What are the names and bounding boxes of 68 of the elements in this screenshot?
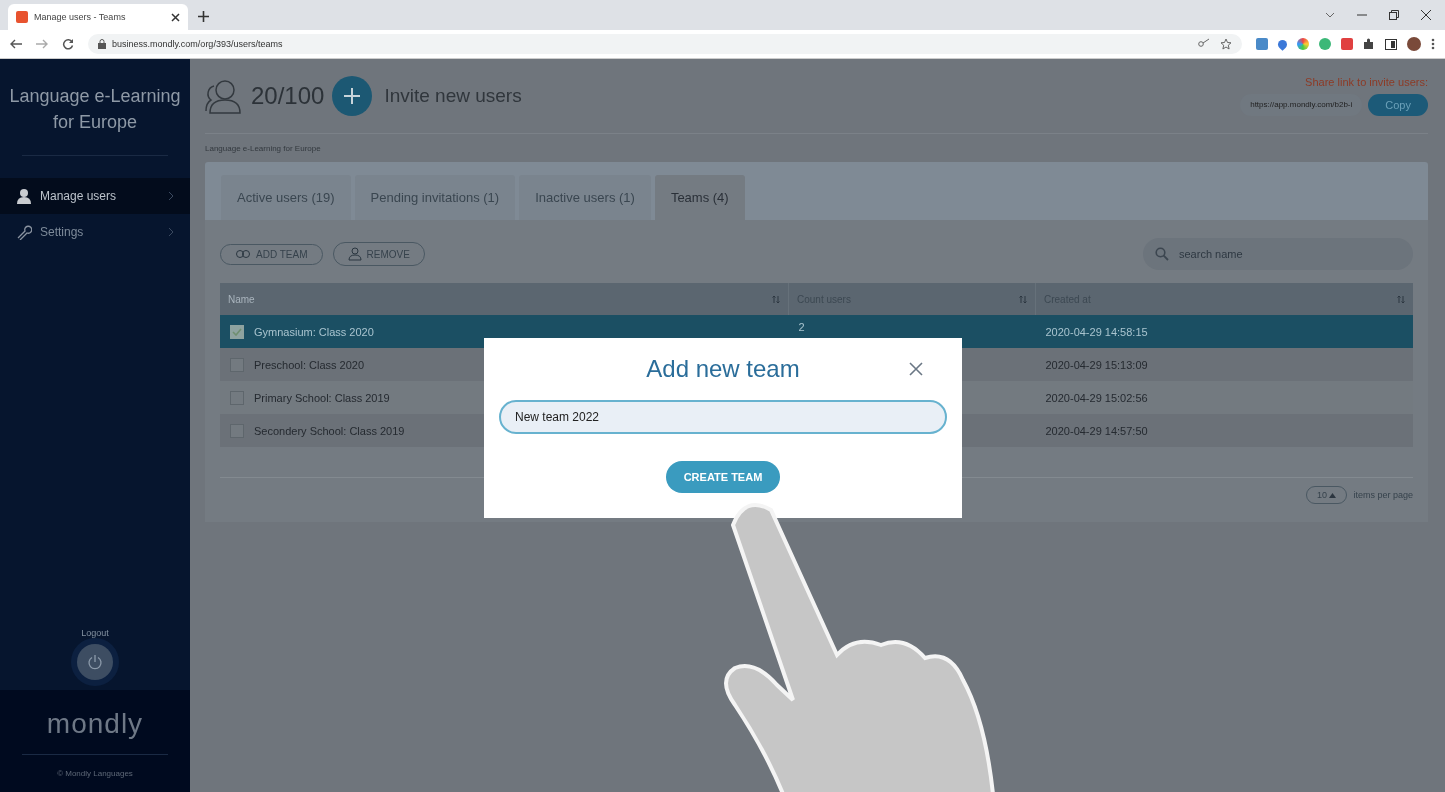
team-name: Secondery School: Class 2019	[254, 424, 405, 437]
group-icon	[235, 249, 251, 259]
logo: mondly	[45, 708, 145, 740]
favicon-icon	[16, 11, 28, 23]
create-team-button[interactable]: CREATE TEAM	[665, 461, 781, 493]
address-field[interactable]: business.mondly.com/org/393/users/teams	[88, 34, 1242, 54]
search-input[interactable]: search name	[1177, 237, 1401, 271]
restore-icon[interactable]	[1389, 10, 1399, 20]
caret-icon	[1329, 493, 1337, 498]
wrench-icon	[16, 224, 32, 241]
close-icon[interactable]	[1421, 10, 1431, 20]
column-header[interactable]: Name	[228, 293, 255, 305]
share-link-field[interactable]: https://app.mondly.com/b2b-i	[1240, 94, 1363, 116]
team-name: Primary School: Class 2019	[254, 391, 390, 404]
search-icon	[1155, 247, 1169, 261]
add-button[interactable]	[332, 76, 373, 116]
invite-link[interactable]: Invite new users	[384, 85, 522, 107]
sort-icon[interactable]	[1397, 295, 1405, 304]
org-name: Language e-Learning for Europe	[8, 85, 182, 135]
logout-label: Logout	[81, 628, 109, 638]
search-field[interactable]: search name	[1143, 238, 1413, 270]
date-cell: 2020-04-29 15:02:56	[1045, 391, 1148, 404]
key-icon[interactable]	[1198, 38, 1210, 48]
user-count: 20/100	[251, 82, 325, 110]
team-name: Gymnasium: Class 2020	[254, 325, 374, 338]
avatar-icon[interactable]	[1407, 37, 1421, 51]
date-cell: 2020-04-29 14:57:50	[1045, 424, 1148, 437]
date-cell: 2020-04-29 15:13:09	[1045, 358, 1148, 371]
plus-icon	[343, 87, 362, 105]
users-icon	[205, 78, 243, 114]
sort-icon[interactable]	[772, 295, 780, 304]
dialog-title: Add new team	[646, 355, 800, 383]
tab[interactable]: Inactive users (1)	[519, 175, 651, 220]
user-icon	[16, 188, 32, 205]
back-icon[interactable]	[10, 39, 22, 49]
count-cell: 2	[798, 321, 805, 333]
sidebar-icon[interactable]	[1385, 38, 1397, 50]
close-icon[interactable]	[171, 12, 180, 22]
tab[interactable]: Teams (4)	[654, 175, 745, 220]
kebab-menu-icon[interactable]	[1431, 38, 1435, 50]
forward-icon[interactable]	[36, 39, 48, 49]
chevron-right-icon	[168, 227, 174, 238]
share-label: Share link to invite users:	[1305, 76, 1428, 88]
power-icon	[86, 653, 104, 671]
team-name: Preschool: Class 2020	[254, 358, 365, 371]
checkbox[interactable]	[230, 324, 244, 339]
nav-item[interactable]: Settings	[0, 214, 190, 251]
date-cell: 2020-04-29 14:58:15	[1045, 325, 1148, 338]
browser-tab[interactable]: Manage users - Teams	[8, 4, 188, 30]
copy-button[interactable]: Copy	[1368, 94, 1428, 116]
star-icon[interactable]	[1220, 38, 1232, 50]
copyright-text: © Mondly Languages	[56, 769, 134, 778]
team-name-field[interactable]: New team 2022	[499, 400, 947, 434]
tab[interactable]: Pending invitations (1)	[354, 175, 516, 220]
extension-icon[interactable]	[1297, 38, 1309, 50]
chevron-down-icon[interactable]	[1325, 12, 1335, 18]
sort-icon[interactable]	[1019, 295, 1027, 304]
extension-icon[interactable]	[1341, 38, 1353, 50]
lock-icon	[98, 39, 106, 49]
reload-icon[interactable]	[62, 38, 74, 50]
extension-icon[interactable]	[1319, 38, 1331, 50]
nav-item[interactable]: Manage users	[0, 178, 190, 215]
extension-icon[interactable]	[1256, 38, 1268, 50]
puzzle-icon[interactable]	[1363, 38, 1375, 50]
new-tab-icon[interactable]	[198, 11, 209, 22]
chevron-right-icon	[168, 191, 174, 202]
tab[interactable]: Active users (19)	[221, 175, 351, 220]
user-icon	[347, 247, 362, 261]
